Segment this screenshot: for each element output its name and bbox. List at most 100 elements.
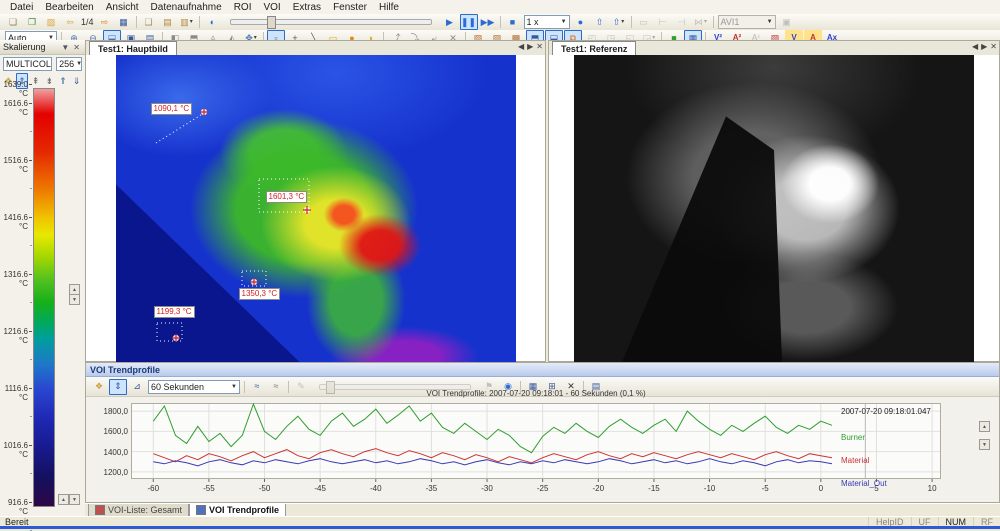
position-slider[interactable] xyxy=(230,19,432,25)
open-icon[interactable]: ▨ xyxy=(42,14,60,30)
menu-roi[interactable]: ROI xyxy=(228,1,258,14)
temperature-annotation[interactable]: 1601,3 °C xyxy=(266,191,308,203)
sound-icon[interactable]: ◖ xyxy=(203,14,221,30)
scale-tick xyxy=(29,217,32,218)
x-tick-label: -15 xyxy=(646,484,662,493)
trend-chart[interactable] xyxy=(131,403,941,487)
scale-label: 1616.6 °C xyxy=(0,99,28,117)
menu-datenaufnahme[interactable]: Datenaufnahme xyxy=(145,1,228,14)
copy-icon[interactable]: ❑ xyxy=(140,14,158,30)
scale-tick xyxy=(29,331,32,332)
pause-icon[interactable]: ❚❚ xyxy=(460,14,478,30)
ref-tab-close-icon[interactable]: ✕ xyxy=(990,42,997,51)
fast-forward-icon[interactable]: ▶▶ xyxy=(479,14,497,30)
marker-up-icon[interactable]: ⇧ xyxy=(591,14,609,30)
avi-combo[interactable]: AVI1▼ xyxy=(718,15,776,29)
cut-end-icon[interactable]: ⊣ xyxy=(673,14,691,30)
slider-thumb[interactable] xyxy=(267,16,276,29)
range-label: 1/4 xyxy=(80,17,95,27)
ref-tab-next-icon[interactable]: ▶ xyxy=(981,42,987,51)
y-tick-label: 1200,0 xyxy=(94,468,128,477)
tab-referenz[interactable]: Test1: Referenz xyxy=(552,41,636,55)
temperature-annotation[interactable]: 1199,3 °C xyxy=(154,306,195,318)
tab-icon xyxy=(95,505,105,515)
stop-icon[interactable]: ■ xyxy=(504,14,522,30)
ref-tab-bar: Test1: Referenz ◀ ▶ ✕ xyxy=(549,41,999,56)
scale-panel-header: Skalierung ▼ ✕ xyxy=(0,40,85,55)
legend-material_out: Material_Out xyxy=(841,479,887,488)
legend-cursor-time: 2007-07-20 09:18:01.047 xyxy=(841,407,931,416)
x-tick-label: -60 xyxy=(145,484,161,493)
x-tick-label: -25 xyxy=(535,484,551,493)
menu-extras[interactable]: Extras xyxy=(287,1,327,14)
x-tick-label: -5 xyxy=(757,484,773,493)
play-icon[interactable]: ▶ xyxy=(441,14,459,30)
menu-voi[interactable]: VOI xyxy=(257,1,286,14)
speed-combo[interactable]: 1 x▼ xyxy=(524,15,570,29)
chart-scroll-down[interactable]: ▼ xyxy=(979,439,990,450)
export-icon[interactable]: ▥▾ xyxy=(178,14,196,30)
report-icon[interactable]: ❐ xyxy=(23,14,41,30)
scale-label: 1516.6 °C xyxy=(0,156,28,174)
scale-minitick xyxy=(30,302,32,303)
menu-hilfe[interactable]: Hilfe xyxy=(373,1,405,14)
temperature-annotation[interactable]: 1090,1 °C xyxy=(151,103,193,115)
prev-image-icon[interactable]: ⇦ xyxy=(61,14,79,30)
menu-fenster[interactable]: Fenster xyxy=(327,1,373,14)
palette-icon[interactable]: ❖ xyxy=(90,379,108,395)
toolbar-separator xyxy=(500,16,501,28)
scale-label: 1116.6 °C xyxy=(0,384,28,402)
record-icon[interactable]: ● xyxy=(572,14,590,30)
next-image-icon[interactable]: ⇨ xyxy=(96,14,114,30)
menu-bearbeiten[interactable]: Bearbeiten xyxy=(39,1,99,14)
toolbar-separator xyxy=(631,16,632,28)
menu-ansicht[interactable]: Ansicht xyxy=(100,1,145,14)
scale-min-spin-up[interactable]: ▲ xyxy=(58,494,69,505)
scale-panel: Skalierung ▼ ✕ MULTICOLOR▼ 256▼ ❖⇕⇞⇟⇑⇓ 1… xyxy=(0,40,86,516)
autoscale-trend-icon[interactable]: ⇕ xyxy=(109,379,127,395)
trim-icon[interactable]: ▭ xyxy=(635,14,653,30)
scale-combos: MULTICOLOR▼ 256▼ xyxy=(0,55,85,72)
toolbar-separator xyxy=(199,16,200,28)
marker-snap-icon[interactable]: ⇧▾ xyxy=(610,14,628,30)
save-icon[interactable]: ▦ xyxy=(115,14,133,30)
toolbar-separator xyxy=(136,16,137,28)
thermal-image[interactable]: 1090,1 °C 1601,3 °C 1350,3 °C 1199,3 °C xyxy=(116,55,516,362)
scale-label: 1016.6 °C xyxy=(0,441,28,459)
scale-tick xyxy=(29,445,32,446)
y-tick-label: 1400,0 xyxy=(94,448,128,457)
scale-label: 1416.6 °C xyxy=(0,213,28,231)
x-tick-label: -10 xyxy=(702,484,718,493)
reference-image[interactable] xyxy=(574,55,974,362)
clip-icon[interactable]: ⋈▾ xyxy=(692,14,710,30)
menu-datei[interactable]: Datei xyxy=(4,1,39,14)
legend-material: Material xyxy=(841,456,869,465)
x-tick-label: -30 xyxy=(479,484,495,493)
new-file-icon[interactable]: ❏ xyxy=(4,14,22,30)
close-icon[interactable]: ✕ xyxy=(71,43,82,52)
cut-start-icon[interactable]: ⊢ xyxy=(654,14,672,30)
scale-min-spin-down[interactable]: ▼ xyxy=(69,494,80,505)
tab-hauptbild[interactable]: Test1: Hauptbild xyxy=(89,41,177,55)
main-tab-bar: Test1: Hauptbild ◀ ▶ ✕ xyxy=(86,41,545,56)
chart-scroll-up[interactable]: ▲ xyxy=(979,421,990,432)
scale-tick xyxy=(29,84,32,85)
scale-tick xyxy=(29,103,32,104)
scale-minitick xyxy=(30,416,32,417)
x-tick-label: -40 xyxy=(368,484,384,493)
tab-prev-icon[interactable]: ◀ xyxy=(518,42,524,51)
toolbar-main: ❏❐▨⇦1/4⇨▦ ❑▤▥▾ ◖ ▶❚❚▶▶ ■1 x▼●⇧⇧▾ ▭⊢⊣⋈▾ AVI1▼▣ xyxy=(0,14,1000,31)
ref-tab-prev-icon[interactable]: ◀ xyxy=(972,42,978,51)
temperature-annotation[interactable]: 1350,3 °C xyxy=(239,288,281,300)
snapshot-icon[interactable]: ▤ xyxy=(159,14,177,30)
levels-combo[interactable]: 256▼ xyxy=(56,57,82,71)
color-scale-gradient[interactable] xyxy=(33,88,55,507)
y-tick-label: 1800,0 xyxy=(94,407,128,416)
tab-close-icon[interactable]: ✕ xyxy=(536,42,543,51)
scale-minitick xyxy=(30,245,32,246)
tab-next-icon[interactable]: ▶ xyxy=(527,42,533,51)
palette-combo[interactable]: MULTICOLOR▼ xyxy=(3,57,52,71)
scale-max-spin-down[interactable]: ▼ xyxy=(69,294,80,305)
pin-icon[interactable]: ▼ xyxy=(59,43,71,52)
avi-settings-icon[interactable]: ▣ xyxy=(778,14,796,30)
